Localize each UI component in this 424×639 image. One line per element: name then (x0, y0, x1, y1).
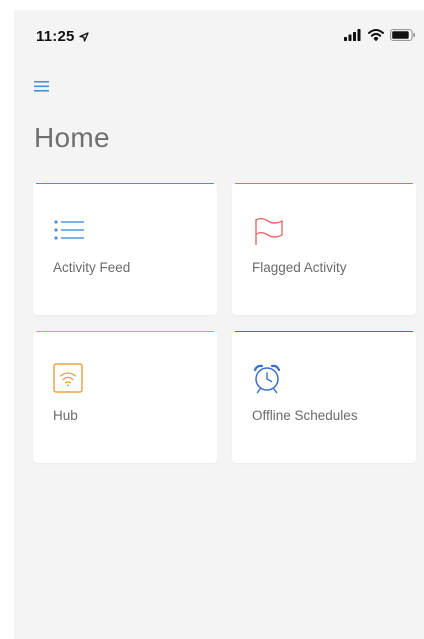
offline-schedules-card[interactable]: Offline Schedules (232, 331, 416, 463)
card-label: Offline Schedules (252, 408, 358, 423)
page-title: Home (34, 122, 110, 153)
alarm-clock-icon (252, 363, 286, 397)
cellular-signal-icon (344, 28, 362, 46)
menu-button[interactable] (34, 79, 54, 95)
flag-icon (252, 215, 286, 249)
app-screen: 11:25 Home Activity Feed Flagged Activit… (14, 10, 424, 639)
hamburger-menu-icon (34, 81, 54, 99)
battery-icon (390, 28, 416, 46)
card-accent-bar (235, 331, 413, 332)
card-accent-bar (36, 183, 214, 184)
card-label: Activity Feed (53, 260, 131, 275)
wifi-icon (368, 28, 384, 46)
card-label: Hub (53, 408, 78, 423)
list-icon (53, 215, 87, 249)
card-accent-bar (36, 331, 214, 332)
card-accent-bar (235, 183, 413, 184)
activity-feed-card[interactable]: Activity Feed (33, 183, 217, 315)
hub-card[interactable]: Hub (33, 331, 217, 463)
status-time: 11:25 (36, 28, 89, 46)
wifi-hub-icon (53, 363, 87, 397)
location-arrow-icon (78, 29, 89, 46)
status-icons (344, 28, 416, 46)
card-label: Flagged Activity (252, 260, 347, 275)
status-bar: 11:25 (14, 10, 424, 56)
status-time-text: 11:25 (36, 28, 75, 45)
flagged-activity-card[interactable]: Flagged Activity (232, 183, 416, 315)
